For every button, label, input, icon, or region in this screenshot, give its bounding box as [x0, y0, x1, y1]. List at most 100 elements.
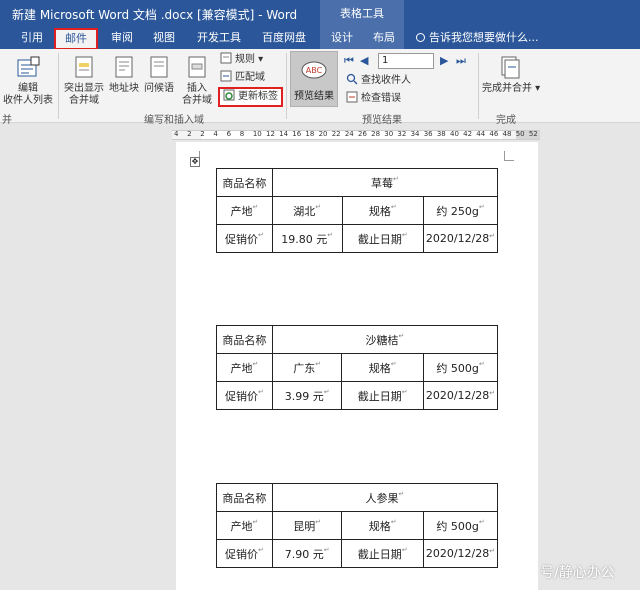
header-price-cell[interactable]: 促销价↵: [216, 539, 273, 568]
price-value-cell[interactable]: 3.99 元↵: [271, 381, 343, 410]
cell-text: 3.99 元: [284, 389, 324, 403]
spec-value-cell[interactable]: 约 500g↵: [423, 353, 498, 382]
cell-text: 促销价: [224, 232, 258, 246]
finish-merge-button[interactable]: 完成并合并 ▾: [482, 55, 540, 95]
ruler-number: 30: [384, 130, 394, 138]
header-deadline-cell[interactable]: 截止日期↵: [341, 539, 425, 568]
tab-view[interactable]: 视图: [146, 27, 182, 49]
address-block-icon: [115, 56, 133, 78]
header-spec-cell[interactable]: 规格↵: [341, 353, 425, 382]
tab-review[interactable]: 审阅: [104, 27, 140, 49]
finish-merge-icon: [501, 56, 520, 79]
previous-record-button[interactable]: ◀: [360, 53, 368, 69]
product-name-cell[interactable]: 人参果↵: [271, 483, 499, 512]
next-record-button[interactable]: ▶: [440, 53, 448, 69]
ruler-number: 22: [331, 130, 341, 138]
group-label-write-insert: 编写和插入域: [144, 115, 204, 126]
find-recipient-icon: [346, 73, 358, 85]
finish-merge-label: 完成并合并: [482, 83, 532, 94]
cell-text: 规格: [368, 519, 391, 533]
product-name-cell[interactable]: 草莓↵: [271, 168, 499, 197]
greeting-line-label: 问候语: [144, 83, 174, 94]
last-record-button[interactable]: ⏭: [456, 53, 466, 69]
product-name-cell[interactable]: 沙糖桔↵: [271, 325, 499, 354]
record-number-input[interactable]: 1: [378, 53, 434, 69]
ruler-number: 32: [397, 130, 407, 138]
ruler-number: 2: [200, 130, 205, 138]
product-label-table[interactable]: 商品名称 沙糖桔↵ 产地↵ 广东↵ 规格↵ 约 500g↵ 促销价↵ 3.99 …: [216, 325, 499, 410]
tab-developer[interactable]: 开发工具: [190, 27, 248, 49]
first-record-button[interactable]: ⏮: [344, 53, 354, 69]
cell-text: 约 500g: [436, 361, 479, 375]
table-row: 商品名称 沙糖桔↵: [216, 325, 499, 354]
tab-layout[interactable]: 布局: [366, 27, 402, 49]
header-spec-cell[interactable]: 规格↵: [341, 511, 425, 540]
header-deadline-cell[interactable]: 截止日期↵: [341, 224, 425, 253]
match-fields-label: 匹配域: [235, 72, 265, 83]
spec-value-cell[interactable]: 约 500g↵: [423, 511, 498, 540]
ruler-number: 42: [463, 130, 473, 138]
header-origin-cell[interactable]: 产地↵: [216, 196, 273, 225]
find-recipient-button[interactable]: 查找收件人: [346, 73, 411, 89]
edit-recipients-button[interactable]: 编辑 收件人列表: [2, 55, 54, 107]
origin-value-cell[interactable]: 广东↵: [271, 353, 343, 382]
product-label-table[interactable]: 商品名称 草莓↵ 产地↵ 湖北↵ 规格↵ 约 250g↵ 促销价↵ 19.80 …: [216, 168, 499, 253]
tell-me-text: 告诉我您想要做什么...: [429, 31, 539, 44]
table-move-handle-icon[interactable]: ✥: [190, 157, 200, 167]
tab-mailings[interactable]: 邮件: [54, 28, 98, 50]
product-label-table[interactable]: 商品名称 人参果↵ 产地↵ 昆明↵ 规格↵ 约 500g↵ 促销价↵ 7.90 …: [216, 483, 499, 568]
deadline-value-cell[interactable]: 2020/12/28↵: [423, 224, 498, 253]
tab-baidu-netdisk[interactable]: 百度网盘: [254, 27, 314, 49]
check-errors-button[interactable]: 检查错误: [346, 91, 401, 107]
address-block-button[interactable]: 地址块: [108, 55, 140, 95]
origin-value-cell[interactable]: 昆明↵: [271, 511, 343, 540]
price-value-cell[interactable]: 19.80 元↵: [271, 224, 343, 253]
ruler-number: 24: [344, 130, 354, 138]
ruler-number: 20: [318, 130, 328, 138]
spec-value-cell[interactable]: 约 250g↵: [423, 196, 498, 225]
preview-results-button[interactable]: ABC 预览结果: [290, 51, 338, 107]
update-labels-icon: [223, 89, 235, 101]
header-name-cell[interactable]: 商品名称: [216, 168, 273, 197]
cell-text: 沙糖桔: [365, 333, 399, 347]
header-price-cell[interactable]: 促销价↵: [216, 224, 273, 253]
header-spec-cell[interactable]: 规格↵: [341, 196, 425, 225]
cell-text: 产地: [230, 361, 253, 375]
update-labels-button[interactable]: 更新标签: [218, 87, 283, 107]
header-price-cell[interactable]: 促销价↵: [216, 381, 273, 410]
header-origin-cell[interactable]: 产地↵: [216, 353, 273, 382]
highlight-merge-fields-button[interactable]: 突出显示 合并域: [62, 55, 106, 107]
tab-design[interactable]: 设计: [324, 27, 360, 49]
document-page[interactable]: ✥ 商品名称 草莓↵ 产地↵ 湖北↵ 规格↵ 约 250g↵ 促销价↵ 19.8…: [176, 142, 538, 590]
check-errors-label: 检查错误: [361, 93, 401, 104]
watermark-text: 号/静心办公: [540, 565, 615, 581]
origin-value-cell[interactable]: 湖北↵: [271, 196, 343, 225]
deadline-value-cell[interactable]: 2020/12/28↵: [423, 539, 498, 568]
match-fields-button[interactable]: 匹配域: [220, 70, 265, 86]
edit-recipients-label: 编辑 收件人列表: [3, 83, 53, 106]
title-bar: 新建 Microsoft Word 文档 .docx [兼容模式] - Word…: [0, 0, 640, 27]
price-value-cell[interactable]: 7.90 元↵: [271, 539, 343, 568]
ribbon-tabs: 引用 邮件 审阅 视图 开发工具 百度网盘 设计 布局 告诉我您想要做什么...: [0, 27, 640, 50]
greeting-line-button[interactable]: 问候语: [142, 55, 176, 95]
ruler-number: 28: [371, 130, 381, 138]
cell-text: 广东: [293, 361, 316, 375]
tab-references[interactable]: 引用: [12, 27, 52, 49]
header-name-cell[interactable]: 商品名称: [216, 325, 273, 354]
header-deadline-cell[interactable]: 截止日期↵: [341, 381, 425, 410]
deadline-value-cell[interactable]: 2020/12/28↵: [423, 381, 498, 410]
rules-button[interactable]: 规则 ▾: [220, 52, 263, 68]
table-row: 促销价↵ 7.90 元↵ 截止日期↵ 2020/12/28↵: [216, 539, 498, 568]
insert-merge-field-label: 插入 合并域: [182, 83, 212, 106]
cell-text: 人参果: [365, 491, 399, 505]
context-tools-label: 表格工具: [320, 0, 404, 27]
horizontal-ruler[interactable]: 4 2 2 4 6 8 10 12 14 16 18 20 22 24 26 28 30 32 34 36 38 40 42…: [172, 130, 540, 140]
recipient-list-icon: [17, 56, 40, 77]
tell-me-box[interactable]: 告诉我您想要做什么...: [416, 27, 539, 49]
rules-icon: [220, 52, 232, 64]
ruler-number: 4: [213, 130, 218, 138]
header-name-cell[interactable]: 商品名称: [216, 483, 273, 512]
header-origin-cell[interactable]: 产地↵: [216, 511, 273, 540]
table-row: 产地↵ 昆明↵ 规格↵ 约 500g↵: [216, 511, 498, 540]
insert-merge-field-button[interactable]: 插入 合并域: [178, 55, 216, 107]
